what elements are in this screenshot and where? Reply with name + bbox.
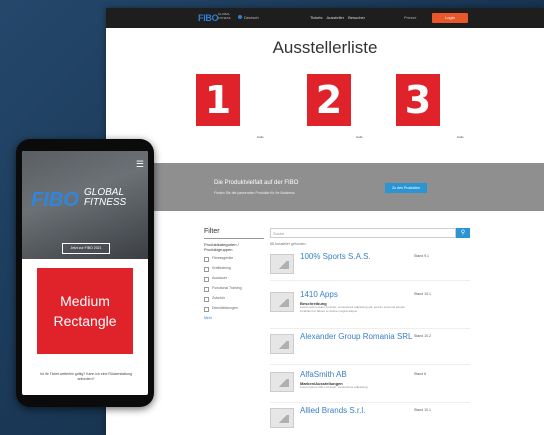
exhibitor-name[interactable]: AlfaSmith AB [300, 370, 347, 379]
image-placeholder-icon [270, 408, 294, 428]
desktop-browser-mockup: FIBO GLOBAL FITNESS Deutsch Tickets Auss… [106, 8, 544, 435]
checkbox[interactable] [204, 257, 209, 262]
exhibitor-description: Lorem ipsum dolor sit amet, consectetur … [300, 305, 406, 313]
list-item[interactable]: AlfaSmith AB Stand 6 Marken/Ausstellunge… [270, 368, 470, 403]
fibo-logo[interactable]: FIBO [198, 13, 219, 23]
login-button[interactable]: Login [432, 13, 468, 23]
filter-panel: Produktkategorien / Produktgruppen Fitne… [204, 242, 264, 362]
results-count: 88 Aussteller gefunden [270, 242, 306, 246]
phone-hero: ☰ FIBO GLOBAL FITNESS Jetzt zur FIBO 2021 [22, 151, 148, 259]
filter-category-heading[interactable]: Produktkategorien / Produktgruppen [204, 242, 264, 252]
exhibitor-name[interactable]: 1410 Apps [300, 290, 338, 299]
exhibitor-stand: Stand 6 [414, 372, 427, 376]
filter-option[interactable]: Dienstleistungen [204, 306, 264, 312]
filter-title: Filter [204, 228, 220, 235]
filter-divider [204, 238, 264, 239]
top-navigation: FIBO GLOBAL FITNESS Deutsch Tickets Auss… [106, 8, 544, 28]
hall-3-button[interactable]: 3 [396, 74, 440, 126]
exhibitor-name[interactable]: Alexander Group Romania SRL [300, 332, 413, 341]
search-icon[interactable]: ⚲ [456, 228, 470, 238]
exhibitor-name[interactable]: 100% Sports S.A.S. [300, 252, 371, 261]
image-placeholder-icon [270, 254, 294, 274]
exhibitor-stand: Stand 10.2 [414, 334, 431, 338]
banner-subtitle: Finden Sie die passenden Produkte für Ih… [214, 191, 295, 195]
main-menu: Tickets Aussteller Besucher [310, 15, 365, 20]
checkbox[interactable] [204, 287, 209, 292]
hall-2-caption: Halle [356, 135, 363, 139]
logo-subtitle: GLOBAL FITNESS [218, 12, 231, 20]
menu-item-tickets[interactable]: Tickets [310, 15, 323, 20]
phone-mockup: ☰ FIBO GLOBAL FITNESS Jetzt zur FIBO 2021… [16, 139, 154, 407]
exhibitor-name[interactable]: Allied Brands S.r.l. [300, 406, 365, 415]
list-item[interactable]: Allied Brands S.r.l. Stand 10.1 [270, 404, 470, 435]
ad-line-2: Rectangle [53, 313, 117, 329]
banner-title: Die Produktvielfalt auf der FIBO [214, 180, 299, 186]
phone-fibo-logo: FIBO [31, 189, 79, 211]
hamburger-menu-icon[interactable]: ☰ [136, 159, 144, 170]
phone-hero-button[interactable]: Jetzt zur FIBO 2021 [62, 243, 110, 254]
page-title: Ausstellerliste [272, 38, 378, 57]
hall-1-caption: Halle [257, 135, 264, 139]
hall-2-button[interactable]: 2 [307, 74, 351, 126]
checkbox[interactable] [204, 277, 209, 282]
phone-screen: ☰ FIBO GLOBAL FITNESS Jetzt zur FIBO 2021… [22, 151, 148, 395]
filter-more-link[interactable]: Mehr [204, 316, 264, 320]
filter-option[interactable]: Krafttraining [204, 266, 264, 272]
products-button[interactable]: Zu den Produkten [385, 183, 427, 193]
exhibitor-stand: Stand 10.1 [414, 408, 431, 412]
checkbox[interactable] [204, 267, 209, 272]
hall-1-button[interactable]: 1 [196, 74, 240, 126]
filter-option[interactable]: Ausdauer [204, 276, 264, 282]
filter-option[interactable]: Functional Training [204, 286, 264, 292]
language-switch[interactable]: Deutsch [244, 15, 259, 20]
hall-3-caption: Halle [457, 135, 464, 139]
phone-faq-text: Ist Ihr Ticket weiterhin gültig? Kann ic… [40, 372, 132, 381]
checkbox[interactable] [204, 297, 209, 302]
menu-item-besucher[interactable]: Besucher [348, 15, 365, 20]
checkbox[interactable] [204, 307, 209, 312]
image-placeholder-icon [270, 372, 294, 392]
filter-option[interactable]: Fitnessgeräte [204, 256, 264, 262]
menu-item-aussteller[interactable]: Aussteller [327, 15, 345, 20]
image-placeholder-icon [270, 292, 294, 312]
list-item[interactable]: 100% Sports S.A.S. Stand 9.1 [270, 250, 470, 281]
list-item[interactable]: Alexander Group Romania SRL Stand 10.2 [270, 330, 470, 365]
language-icon [238, 15, 242, 19]
exhibitor-stand: Stand 10.1 [414, 292, 431, 296]
image-placeholder-icon [270, 334, 294, 354]
phone-logo-tagline: GLOBAL FITNESS [84, 187, 127, 208]
filter-option[interactable]: Zubehör [204, 296, 264, 302]
exhibitor-stand: Stand 9.1 [414, 254, 429, 258]
ad-line-1: Medium [60, 293, 110, 309]
product-banner: Die Produktvielfalt auf der FIBO Finden … [106, 163, 544, 211]
medium-rectangle-ad[interactable]: Medium Rectangle [37, 268, 133, 354]
search-input[interactable]: Suche [270, 228, 456, 238]
menu-item-presse[interactable]: Presse [404, 15, 416, 20]
exhibitor-description: Lorem ipsum dolor sit amet, consectetur … [300, 385, 368, 389]
list-item[interactable]: 1410 Apps Stand 10.1 Beschreibung Lorem … [270, 288, 470, 329]
